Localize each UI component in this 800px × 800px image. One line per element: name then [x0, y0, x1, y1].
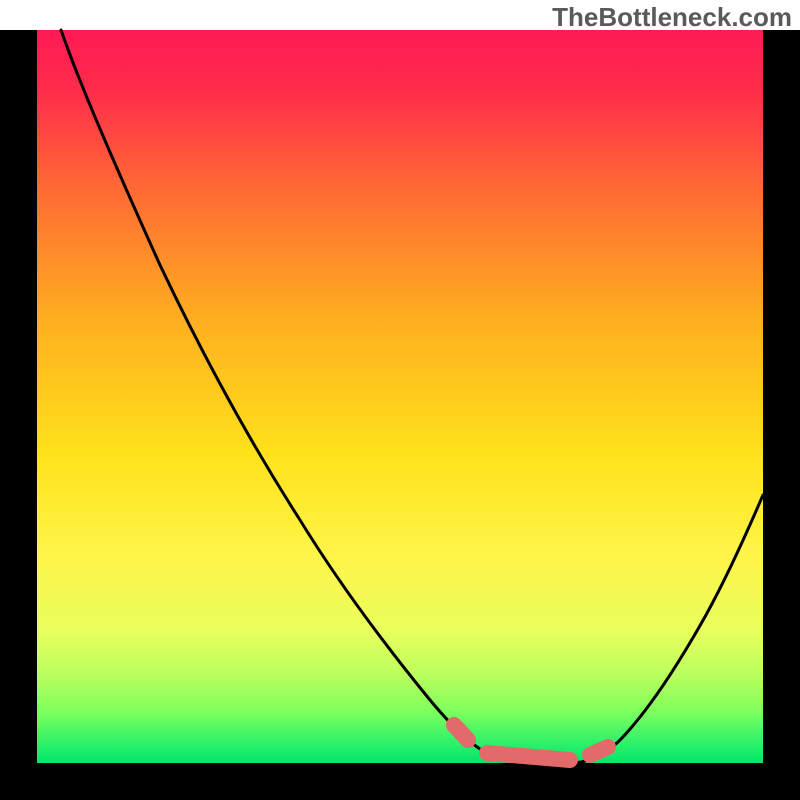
watermark-text: TheBottleneck.com — [552, 2, 792, 33]
plot-area — [0, 30, 800, 800]
bottleneck-chart — [0, 0, 800, 800]
plot-background-gradient — [37, 30, 763, 763]
